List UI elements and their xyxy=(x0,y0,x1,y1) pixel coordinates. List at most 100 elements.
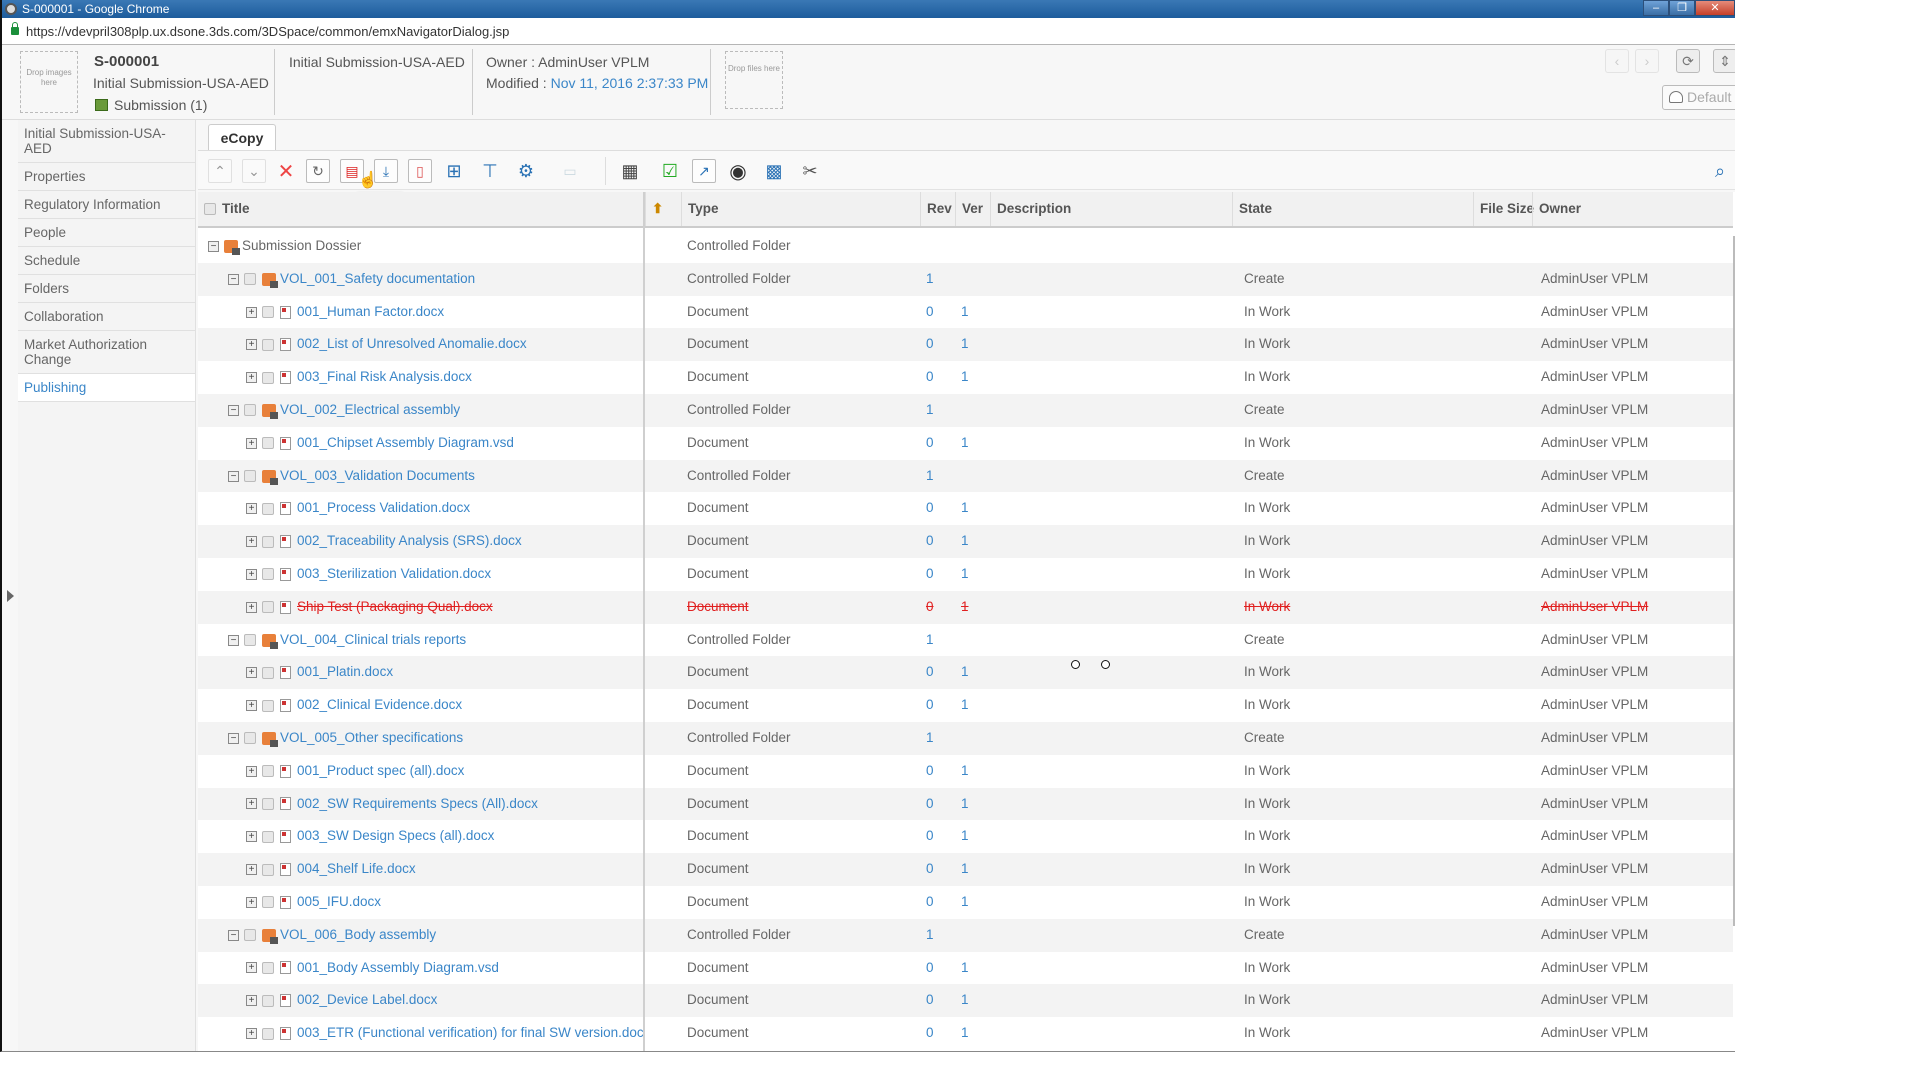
row-checkbox[interactable] xyxy=(262,830,274,843)
title-link[interactable]: 002_List of Unresolved Anomalie.docx xyxy=(297,336,527,351)
ver-cell[interactable] xyxy=(955,722,990,755)
vertical-scrollbar[interactable] xyxy=(1733,236,1735,926)
ver-cell[interactable]: 1 xyxy=(955,492,990,525)
table-row[interactable]: − VOL_001_Safety documentation Controlled … xyxy=(198,262,1733,296)
ver-cell[interactable]: 1 xyxy=(955,656,990,689)
title-link[interactable]: VOL_002_Electrical assembly xyxy=(280,402,460,417)
rev-cell[interactable]: 1 xyxy=(920,263,955,296)
ver-cell[interactable]: 1 xyxy=(955,820,990,853)
rev-cell[interactable]: 0 xyxy=(920,427,955,460)
expand-icon[interactable]: + xyxy=(246,372,257,384)
table-row[interactable]: +001_Process Validation.docx Document 0 1 In… xyxy=(198,492,1733,526)
drop-files-zone[interactable]: Drop files here xyxy=(725,51,783,109)
table-row[interactable]: +005_IFU.docx Document 0 1 In Work AdminUser … xyxy=(198,885,1733,919)
expand-icon[interactable]: + xyxy=(246,798,257,810)
row-checkbox[interactable] xyxy=(262,371,274,384)
rev-cell[interactable]: 1 xyxy=(920,394,955,427)
rev-cell[interactable]: 0 xyxy=(920,689,955,722)
row-checkbox[interactable] xyxy=(262,502,274,515)
rev-cell[interactable]: 0 xyxy=(920,558,955,591)
add-document-icon[interactable]: ▭ xyxy=(558,159,582,183)
title-link[interactable]: 005_IFU.docx xyxy=(297,894,381,909)
rev-cell[interactable] xyxy=(920,230,955,263)
collapse-icon[interactable]: − xyxy=(228,634,239,646)
expand-icon[interactable]: + xyxy=(246,1028,257,1040)
sidebar-item-people[interactable]: People xyxy=(18,219,195,247)
rev-cell[interactable]: 0 xyxy=(920,853,955,886)
row-checkbox[interactable] xyxy=(262,699,274,712)
col-title[interactable]: Title xyxy=(216,192,250,226)
ver-cell[interactable] xyxy=(955,624,990,657)
sidebar-item-collaboration[interactable]: Collaboration xyxy=(18,303,195,331)
globe-icon[interactable]: ◉ xyxy=(726,159,750,183)
row-checkbox[interactable] xyxy=(262,666,274,679)
table-row[interactable]: − Submission Dossier Controlled Folder xyxy=(198,230,1733,263)
rev-cell[interactable]: 1 xyxy=(920,722,955,755)
table-row[interactable]: +002_SW Requirements Specs (All).docx Doc… xyxy=(198,787,1733,821)
title-link[interactable]: 002_Device Label.docx xyxy=(297,992,437,1007)
title-link[interactable]: VOL_001_Safety documentation xyxy=(280,271,475,286)
tab-ecopy[interactable]: eCopy xyxy=(208,124,276,150)
delete-icon[interactable]: ✕ xyxy=(274,159,298,183)
table-row[interactable]: − VOL_005_Other specifications Controlled … xyxy=(198,721,1733,755)
table-row[interactable]: +003_Sterilization Validation.docx Docume… xyxy=(198,557,1733,591)
rev-cell[interactable]: 0 xyxy=(920,296,955,329)
expand-icon[interactable]: + xyxy=(246,995,257,1007)
expand-icon[interactable]: + xyxy=(246,864,257,876)
row-checkbox[interactable] xyxy=(262,601,274,614)
title-link[interactable]: 001_Chipset Assembly Diagram.vsd xyxy=(297,435,514,450)
rev-cell[interactable]: 0 xyxy=(920,952,955,985)
ver-cell[interactable]: 1 xyxy=(955,328,990,361)
title-link[interactable]: VOL_005_Other specifications xyxy=(280,730,463,745)
table-row[interactable]: +001_Chipset Assembly Diagram.vsd Documen… xyxy=(198,426,1733,460)
row-checkbox[interactable] xyxy=(262,338,274,351)
title-link[interactable]: VOL_006_Body assembly xyxy=(280,927,436,942)
collapse-icon[interactable]: − xyxy=(228,273,239,285)
collapse-icon[interactable]: − xyxy=(208,240,219,252)
sidebar-item-schedule[interactable]: Schedule xyxy=(18,247,195,275)
table-row[interactable]: +003_Final Risk Analysis.docx Document 0 1 I… xyxy=(198,361,1733,394)
collapse-icon[interactable]: − xyxy=(228,929,239,941)
table-row[interactable]: +002_List of Unresolved Anomalie.docx Doc… xyxy=(198,328,1733,362)
move-up-icon[interactable]: ⌃ xyxy=(208,159,232,183)
expand-panel-icon[interactable] xyxy=(7,590,14,602)
search-filter-icon[interactable]: ⌕ xyxy=(1708,159,1732,183)
row-checkbox[interactable] xyxy=(262,961,274,974)
ver-cell[interactable] xyxy=(955,263,990,296)
rev-cell[interactable]: 0 xyxy=(920,1017,955,1050)
forward-button[interactable]: › xyxy=(1635,49,1659,73)
sort-up-icon[interactable]: ⬆ xyxy=(645,192,681,226)
row-checkbox[interactable] xyxy=(244,273,256,286)
sidebar-item-properties[interactable]: Properties xyxy=(18,163,195,191)
ver-cell[interactable]: 1 xyxy=(955,984,990,1017)
table-row[interactable]: +002_Clinical Evidence.docx Document 0 1 In … xyxy=(198,689,1733,722)
table-row[interactable]: +004_Shelf Life.docx Document 0 1 In Work Adm… xyxy=(198,853,1733,886)
expand-icon[interactable]: + xyxy=(246,503,257,515)
ver-cell[interactable]: 1 xyxy=(955,853,990,886)
ver-cell[interactable]: 1 xyxy=(955,886,990,919)
rev-cell[interactable]: 0 xyxy=(920,755,955,788)
title-link[interactable]: 004_Shelf Life.docx xyxy=(297,861,416,876)
col-type[interactable]: Type xyxy=(681,192,719,226)
maximize-button[interactable]: ❐ xyxy=(1669,0,1695,16)
table-row[interactable]: + Ship Test (Packaging Qual).docx Document… xyxy=(198,590,1733,624)
table-row[interactable]: +002_Device Label.docx Document 0 1 In Work A… xyxy=(198,984,1733,1018)
ver-cell[interactable]: 1 xyxy=(955,689,990,722)
row-checkbox[interactable] xyxy=(262,306,274,319)
sidebar-item-publishing[interactable]: Publishing xyxy=(18,374,195,402)
ver-cell[interactable]: 1 xyxy=(955,525,990,558)
ver-cell[interactable]: 1 xyxy=(955,788,990,821)
address-bar[interactable]: https://vdevpril308plp.ux.dsone.3ds.com/… xyxy=(2,18,1735,45)
table-row[interactable]: +003_ETR (Functional verification) for f… xyxy=(198,1017,1733,1050)
table-row[interactable]: − VOL_006_Body assembly Controlled Folder 1… xyxy=(198,918,1733,952)
rev-cell[interactable]: 0 xyxy=(920,361,955,394)
title-link[interactable]: 002_Traceability Analysis (SRS).docx xyxy=(297,533,522,548)
title-link[interactable]: 001_Process Validation.docx xyxy=(297,500,470,515)
table-row[interactable]: +003_SW Design Specs (all).docx Document 0… xyxy=(198,820,1733,854)
ver-cell[interactable] xyxy=(955,460,990,493)
table-row[interactable]: +001_Platin.docx Document 0 1 In Work AdminUs… xyxy=(198,656,1733,690)
title-link[interactable]: Ship Test (Packaging Qual).docx xyxy=(297,599,493,614)
rev-cell[interactable]: 0 xyxy=(920,492,955,525)
minimize-button[interactable]: – xyxy=(1643,0,1669,16)
title-link[interactable]: 003_ETR (Functional verification) for fi… xyxy=(297,1025,643,1040)
